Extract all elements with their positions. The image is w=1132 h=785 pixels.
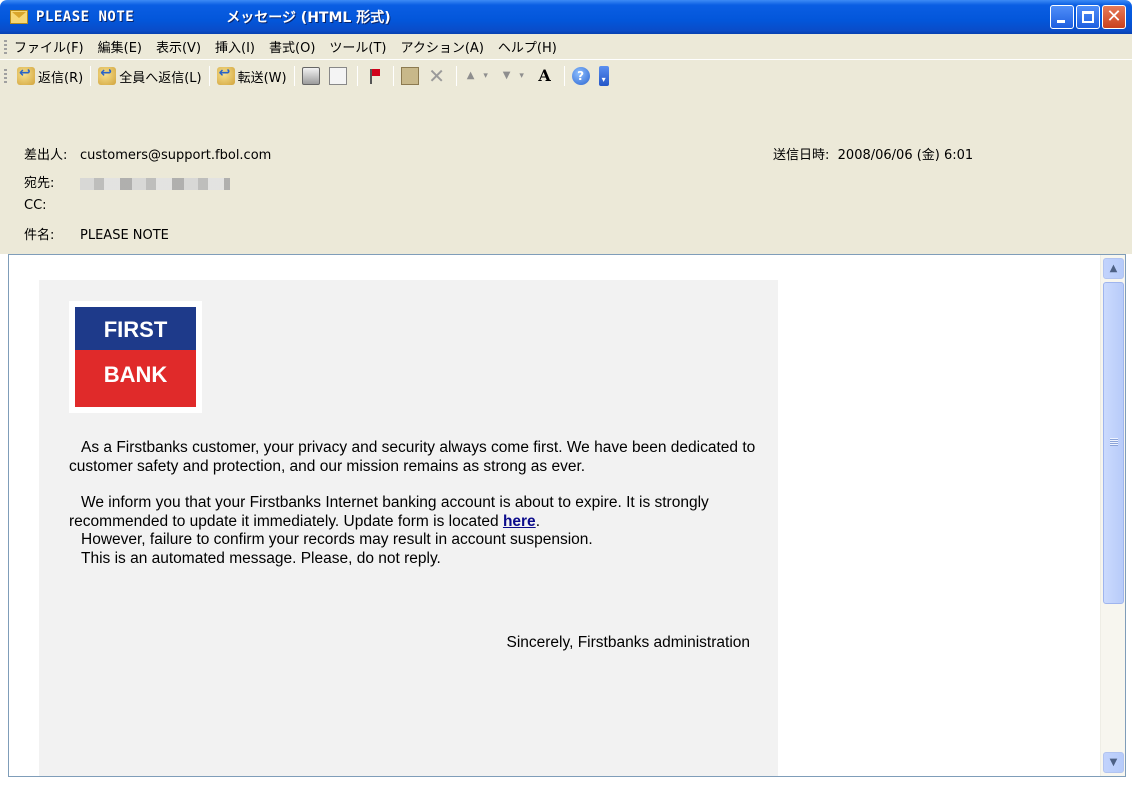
chevron-down-icon: ▾ xyxy=(483,71,488,81)
menu-insert[interactable]: 挿入(I) xyxy=(215,37,255,56)
menu-file[interactable]: ファイル(F) xyxy=(14,37,84,56)
reply-icon xyxy=(17,65,35,85)
next-item-button[interactable]: ▼ ▾ xyxy=(497,63,533,89)
toolbar-separator xyxy=(208,66,210,86)
update-form-link[interactable]: here xyxy=(503,513,536,530)
toolbar: 返信(R) 全員へ返信(L) 転送(W) ✕ ▲ ▾ ▼ ▾ A ? ▾ xyxy=(0,60,1132,92)
message-content: FIRST BANK As a Firstbanks customer, you… xyxy=(39,280,778,776)
scroll-thumb[interactable] xyxy=(1103,282,1124,604)
minimize-button[interactable] xyxy=(1050,5,1074,29)
move-button[interactable] xyxy=(398,63,425,89)
first-bank-logo: FIRST BANK xyxy=(69,301,202,413)
chevron-down-icon: ▾ xyxy=(598,66,609,86)
reply-button[interactable]: 返信(R) xyxy=(14,63,86,89)
menu-grip[interactable] xyxy=(4,40,7,54)
toolbar-separator xyxy=(356,66,358,86)
toolbar-separator xyxy=(455,66,457,86)
sent-value: 2008/06/06 (金) 6:01 xyxy=(837,148,974,163)
toolbar-options-button[interactable]: ▾ xyxy=(596,63,612,89)
to-label: 宛先: xyxy=(24,176,55,191)
chevron-down-icon: ▾ xyxy=(519,71,524,81)
paragraph-3: However, failure to confirm your records… xyxy=(81,531,593,548)
logo-top-text: FIRST xyxy=(75,307,196,350)
toolbar-separator xyxy=(563,66,565,86)
menu-format[interactable]: 書式(O) xyxy=(269,37,315,56)
from-row: 差出人: customers@support.fbol.com xyxy=(24,144,271,163)
menu-actions[interactable]: アクション(A) xyxy=(401,37,484,56)
cc-label: CC: xyxy=(24,198,47,213)
subject-row: 件名: PLEASE NOTE xyxy=(24,224,169,243)
print-icon xyxy=(301,67,320,85)
up-arrow-icon: ▲ xyxy=(466,70,475,81)
toolbar-separator xyxy=(293,66,295,86)
font-size-icon: A xyxy=(538,66,551,85)
window-title: PLEASE NOTE xyxy=(36,9,135,25)
scroll-up-button[interactable]: ▲ xyxy=(1103,258,1124,279)
maximize-icon xyxy=(1082,11,1094,23)
sent-label: 送信日時: xyxy=(773,148,830,163)
help-button[interactable]: ? xyxy=(569,63,596,89)
scroll-grip-icon xyxy=(1110,438,1118,446)
delete-button[interactable]: ✕ xyxy=(425,63,452,89)
paragraph-1: As a Firstbanks customer, your privacy a… xyxy=(69,439,756,475)
message-body-frame[interactable]: FIRST BANK As a Firstbanks customer, you… xyxy=(8,254,1126,777)
reply-all-icon xyxy=(98,65,117,85)
menu-bar: ファイル(F) 編集(E) 表示(V) 挿入(I) 書式(O) ツール(T) ア… xyxy=(0,34,1132,60)
title-bar: PLEASE NOTE メッセージ (HTML 形式) ✕ xyxy=(0,0,1132,34)
flag-icon xyxy=(365,67,383,85)
font-size-button[interactable]: A xyxy=(533,63,560,89)
menu-edit[interactable]: 編集(E) xyxy=(98,37,142,56)
paragraph-2-end: . xyxy=(535,512,540,530)
envelope-icon xyxy=(10,10,28,24)
down-arrow-icon: ▼ xyxy=(502,70,511,81)
reply-label: 返信(R) xyxy=(38,70,84,86)
copy-icon xyxy=(328,67,347,85)
reply-all-button[interactable]: 全員へ返信(L) xyxy=(95,63,204,89)
toolbar-separator xyxy=(392,66,394,86)
toolbar-grip[interactable] xyxy=(4,69,7,83)
window-subtitle: メッセージ (HTML 形式) xyxy=(226,10,391,26)
previous-item-button[interactable]: ▲ ▾ xyxy=(461,63,497,89)
logo-bottom-text: BANK xyxy=(75,350,196,407)
close-button[interactable]: ✕ xyxy=(1102,5,1126,29)
print-button[interactable] xyxy=(299,63,326,89)
forward-icon xyxy=(216,65,235,85)
menu-tools[interactable]: ツール(T) xyxy=(329,37,386,56)
vertical-scrollbar[interactable]: ▲ ▼ xyxy=(1100,255,1125,776)
paragraph-2-text: We inform you that your Firstbanks Inter… xyxy=(69,494,709,530)
window-controls: ✕ xyxy=(1050,5,1126,29)
reply-all-label: 全員へ返信(L) xyxy=(119,70,202,86)
forward-label: 転送(W) xyxy=(237,70,287,86)
maximize-button[interactable] xyxy=(1076,5,1100,29)
scroll-down-button[interactable]: ▼ xyxy=(1103,752,1124,773)
minimize-icon xyxy=(1057,20,1065,23)
to-value-redacted[interactable] xyxy=(80,177,230,190)
delete-icon: ✕ xyxy=(428,64,445,88)
forward-button[interactable]: 転送(W) xyxy=(214,63,290,89)
toolbar-separator xyxy=(90,66,92,86)
menu-view[interactable]: 表示(V) xyxy=(156,37,201,56)
copy-button[interactable] xyxy=(326,63,353,89)
from-value[interactable]: customers@support.fbol.com xyxy=(80,148,271,163)
to-row: 宛先: xyxy=(24,172,230,191)
message-header: 差出人: customers@support.fbol.com 送信日時: 200… xyxy=(0,92,1132,254)
help-icon: ? xyxy=(571,67,590,85)
flag-button[interactable] xyxy=(362,63,389,89)
from-label: 差出人: xyxy=(24,148,68,163)
subject-label: 件名: xyxy=(24,228,55,243)
paragraph-4: This is an automated message. Please, do… xyxy=(81,550,441,567)
move-to-folder-icon xyxy=(400,67,419,85)
paragraph-2: We inform you that your Firstbanks Inter… xyxy=(69,494,769,531)
close-icon: ✕ xyxy=(1106,6,1122,27)
subject-value: PLEASE NOTE xyxy=(80,228,169,243)
cc-row: CC: xyxy=(24,198,80,213)
sent-row: 送信日時: 2008/06/06 (金) 6:01 xyxy=(773,144,973,163)
signoff: Sincerely, Firstbanks administration xyxy=(506,634,751,651)
menu-help[interactable]: ヘルプ(H) xyxy=(498,37,557,56)
